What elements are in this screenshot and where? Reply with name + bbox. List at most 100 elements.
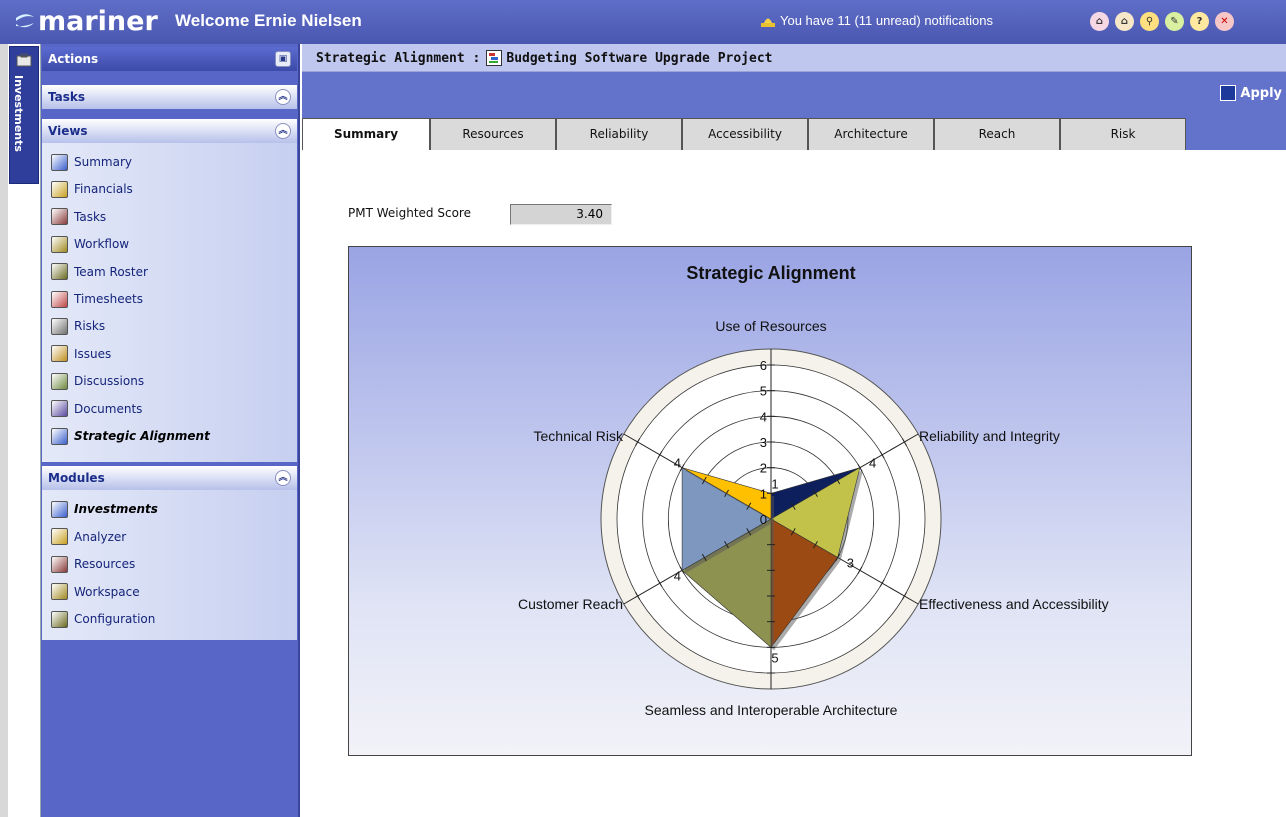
- views-header[interactable]: Views ︽: [42, 119, 297, 143]
- vertical-tab-gutter: [0, 44, 8, 817]
- briefcase-icon: [16, 53, 32, 67]
- radar-value-label: 1: [771, 476, 778, 491]
- tab-reach[interactable]: Reach: [934, 118, 1060, 150]
- mariner-logo[interactable]: mariner: [14, 4, 158, 38]
- tab-accessibility[interactable]: Accessibility: [682, 118, 808, 150]
- views-item[interactable]: Summary: [51, 151, 132, 173]
- radar-category-label: Customer Reach: [518, 596, 623, 612]
- modules-item-label: Investments: [74, 502, 158, 516]
- radar-tick-label: 4: [760, 409, 767, 424]
- modules-item[interactable]: Investments: [51, 498, 158, 520]
- actions-title: Actions: [48, 52, 99, 66]
- radar-tick-label: 6: [760, 358, 767, 373]
- collapse-icon[interactable]: ︽: [275, 470, 291, 486]
- financials-icon: [51, 180, 68, 198]
- notifications-link[interactable]: You have 11 (11 unread) notifications: [760, 13, 993, 28]
- vertical-tab-investments[interactable]: Investments: [9, 46, 39, 184]
- radar-value-label: 3: [847, 556, 854, 571]
- welcome-text: Welcome Ernie Nielsen: [175, 11, 362, 30]
- notifications-text: You have 11 (11 unread) notifications: [780, 13, 993, 28]
- left-panel: Actions ▣ Tasks ︽ Views ︽ Summary Financi…: [41, 44, 300, 817]
- investments-icon: [51, 500, 68, 518]
- views-item-label: Timesheets: [74, 292, 143, 306]
- radar-value-label: 4: [674, 456, 681, 471]
- tab-strip: Summary Resources Reliability Accessibility…: [302, 116, 1286, 151]
- views-item[interactable]: Financials: [51, 178, 133, 200]
- views-item[interactable]: Team Roster: [51, 261, 148, 283]
- views-item[interactable]: Strategic Alignment: [51, 425, 210, 447]
- notification-icon: [761, 18, 775, 27]
- modules-item[interactable]: Analyzer: [51, 526, 126, 548]
- radar-category-label: Use of Resources: [715, 318, 826, 334]
- modules-item-label: Configuration: [74, 612, 156, 626]
- edit-icon[interactable]: ✎: [1165, 12, 1184, 31]
- tab-resources[interactable]: Resources: [430, 118, 556, 150]
- radar-category-label: Reliability and Integrity: [919, 428, 1060, 444]
- views-item-label: Workflow: [74, 237, 130, 252]
- radar-value-label: 4: [869, 456, 876, 471]
- views-item[interactable]: Discussions: [51, 370, 144, 392]
- radar-tick-label: 0: [760, 512, 767, 527]
- strategic-alignment-icon: [51, 427, 68, 445]
- radar-category-label: Technical Risk: [534, 428, 624, 444]
- collapse-icon[interactable]: ︽: [275, 123, 291, 139]
- team-roster-icon: [51, 263, 68, 281]
- tab-summary[interactable]: Summary: [302, 118, 430, 151]
- radar-chart: Strategic Alignment0123456143544Use of R…: [518, 263, 1109, 718]
- pin-icon[interactable]: ▣: [275, 51, 291, 67]
- home-icon[interactable]: ⌂: [1090, 12, 1109, 31]
- views-item-label: Strategic Alignment: [74, 429, 210, 443]
- views-item-label: Team Roster: [74, 264, 148, 279]
- apply-label: Apply: [1240, 85, 1282, 101]
- views-item-label: Tasks: [74, 209, 107, 224]
- logo-swoosh-icon: [16, 14, 34, 28]
- tab-risk[interactable]: Risk: [1060, 118, 1186, 150]
- radar-value-label: 5: [771, 650, 778, 665]
- views-item-label: Discussions: [74, 374, 145, 389]
- chart-title: Strategic Alignment: [686, 263, 855, 283]
- close-icon[interactable]: ✕: [1215, 12, 1234, 31]
- vertical-tab-label: Investments: [12, 75, 25, 152]
- collapse-icon[interactable]: ︽: [275, 89, 291, 105]
- radar-tick-label: 1: [760, 486, 767, 501]
- issues-icon: [51, 345, 68, 363]
- tasks-header[interactable]: Tasks ︽: [42, 85, 297, 109]
- tasks-title: Tasks: [48, 90, 86, 104]
- modules-item[interactable]: Configuration: [51, 608, 155, 630]
- modules-header[interactable]: Modules ︽: [42, 466, 297, 490]
- page-title-prefix: Strategic Alignment :: [316, 50, 481, 66]
- main-toolbar: Apply: [302, 72, 1286, 116]
- views-item[interactable]: Timesheets: [51, 288, 143, 310]
- main-title-bar: Strategic Alignment : Budgeting Software…: [302, 44, 1286, 72]
- views-item-label: Issues: [74, 346, 112, 361]
- analyzer-icon: [51, 528, 68, 545]
- radar-tick-label: 3: [760, 435, 767, 450]
- views-item-label: Financials: [74, 182, 133, 197]
- modules-item-label: Workspace: [74, 584, 140, 599]
- score-field: 3.40: [510, 204, 612, 225]
- modules-item-label: Analyzer: [74, 529, 127, 544]
- apply-button[interactable]: Apply: [1220, 85, 1282, 101]
- modules-item[interactable]: Resources: [51, 553, 135, 575]
- top-header: mariner Welcome Ernie Nielsen You have 1…: [0, 0, 1286, 44]
- tab-reliability[interactable]: Reliability: [556, 118, 682, 150]
- help-icon[interactable]: ?: [1190, 12, 1209, 31]
- modules-title: Modules: [48, 471, 105, 485]
- actions-header[interactable]: Actions ▣: [42, 47, 297, 71]
- views-item-label: Documents: [74, 401, 143, 416]
- tasks-icon: [51, 208, 68, 226]
- views-item[interactable]: Issues: [51, 343, 111, 365]
- resources-icon: [51, 555, 68, 573]
- portal-icon[interactable]: ⌂: [1115, 12, 1134, 31]
- modules-item[interactable]: Workspace: [51, 581, 140, 603]
- tab-architecture[interactable]: Architecture: [808, 118, 934, 150]
- search-icon[interactable]: ⚲: [1140, 12, 1159, 31]
- views-item[interactable]: Documents: [51, 398, 142, 420]
- views-item[interactable]: Tasks: [51, 206, 106, 228]
- documents-icon: [51, 400, 68, 418]
- views-item[interactable]: Workflow: [51, 233, 129, 255]
- radar-value-label: 4: [674, 568, 681, 583]
- views-item-label: Summary: [74, 155, 132, 169]
- views-item[interactable]: Risks: [51, 315, 105, 337]
- page-title: Strategic Alignment : Budgeting Software…: [316, 50, 772, 66]
